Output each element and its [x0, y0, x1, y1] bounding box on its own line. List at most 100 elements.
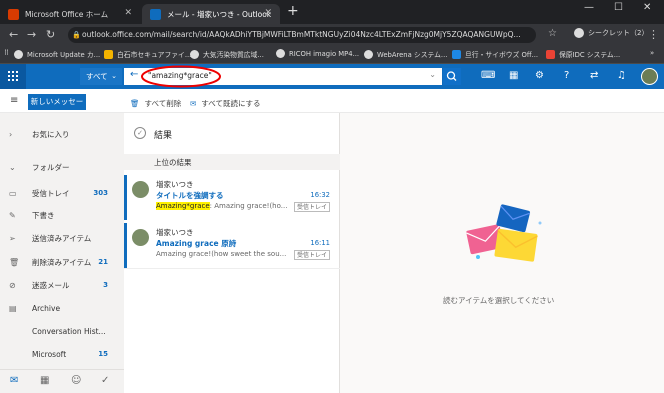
megaphone-icon[interactable]: ⇄	[590, 70, 598, 81]
tab-office-home[interactable]: Microsoft Office ホーム ✕	[0, 4, 140, 24]
browser-tab-bar: Microsoft Office ホーム ✕ メール - 増家いつき - Out…	[0, 0, 664, 24]
mark-all-read-button[interactable]: ✉ すべて既読にする	[190, 98, 261, 109]
folder-badge: 受信トレイ	[293, 202, 330, 212]
bookmark-item[interactable]: 大気汚染物質広域...	[190, 49, 264, 59]
sidebar-item-drafts[interactable]: ✎ 下書き	[0, 204, 124, 226]
globe-icon	[364, 49, 373, 59]
bookmark-item[interactable]: Microsoft Update カ...	[14, 49, 100, 59]
search-input[interactable]: ← "amazing*grace" ⌄	[124, 65, 442, 88]
back-arrow-icon[interactable]: ←	[130, 69, 138, 80]
url-field[interactable]: 🔒 outlook.office.com/mail/search/id/AAQk…	[68, 27, 536, 43]
folder-pane: › お気に入り ⌄ フォルダー ▭ 受信トレイ 303 ✎ 下書き ➢ 送信済み…	[0, 113, 124, 393]
chevron-down-icon: ⌄	[111, 72, 117, 80]
globe-icon	[190, 49, 199, 59]
sidebar-item-archive[interactable]: ▤ Archive	[0, 297, 124, 319]
tab-label: Microsoft Office ホーム	[25, 9, 109, 19]
bookmark-favicon	[452, 49, 461, 59]
send-icon: ➢	[9, 233, 16, 243]
tab-label: メール - 増家いつき - Outlook	[167, 9, 272, 19]
delete-all-button[interactable]: 🗑 すべて削除	[130, 98, 181, 109]
minimize-icon[interactable]: —	[584, 2, 594, 13]
search-button[interactable]	[443, 68, 461, 85]
teams-icon[interactable]: ⌨	[481, 70, 495, 81]
search-scope-dropdown[interactable]: すべて ⌄	[80, 68, 122, 85]
tab-outlook[interactable]: メール - 増家いつき - Outlook ✕	[142, 4, 280, 24]
bookmark-item[interactable]: WebArena システム...	[364, 49, 447, 59]
sender-name: 増家いつき	[156, 228, 194, 237]
subject: Amazing grace 原詩	[156, 239, 237, 248]
bookmark-item[interactable]: 白石市セキュアファイ...	[104, 49, 191, 59]
chevron-down-icon: ⌄	[9, 162, 16, 172]
lock-icon: 🔒	[72, 31, 81, 39]
globe-icon	[276, 49, 285, 58]
todo-icon[interactable]: ✓	[101, 375, 109, 386]
incognito-indicator[interactable]: シークレット（2）	[574, 28, 648, 38]
select-all-checkbox[interactable]: ✓	[134, 127, 146, 139]
folders-toggle[interactable]: ⌄ フォルダー	[0, 156, 124, 178]
sidebar-item-inbox[interactable]: ▭ 受信トレイ 303	[0, 182, 124, 204]
subject: タイトルを強調する	[156, 191, 224, 200]
outlook-icon	[150, 8, 161, 20]
bell-icon[interactable]: ♫	[617, 70, 626, 81]
chevron-right-icon: ›	[9, 129, 13, 139]
new-message-button[interactable]: 新しいメッセージ	[28, 94, 86, 122]
sidebar-item-microsoft[interactable]: Microsoft 15	[0, 343, 124, 365]
empty-state-text: 読むアイテムを選択してください	[443, 296, 555, 305]
address-bar: ← → ↻ 🔒 outlook.office.com/mail/search/i…	[0, 24, 664, 46]
sender-name: 増家いつき	[156, 180, 194, 189]
incognito-icon	[574, 28, 584, 38]
sidebar-item-junk[interactable]: ⊘ 迷惑メール 3	[0, 274, 124, 296]
close-icon[interactable]: ✕	[124, 8, 132, 18]
blocked-icon: ⊘	[9, 280, 16, 290]
outlook-header: すべて ⌄ ← "amazing*grace" ⌄ ⌨ ▦ ⚙ ? ⇄ ♫	[0, 64, 664, 89]
sidebar-item-deleted[interactable]: 🗑 削除済みアイテム 21	[0, 251, 124, 273]
reading-pane: 読むアイテムを選択してください	[340, 113, 664, 393]
forward-icon[interactable]: →	[27, 28, 36, 41]
close-icon[interactable]: ✕	[264, 8, 272, 18]
apps-icon[interactable]: ⠿	[4, 49, 9, 57]
message-list: ✓ 結果 上位の結果 増家いつき タイトルを強調する 16:32 Amazing…	[124, 113, 340, 393]
chevron-down-icon[interactable]: ⌄	[429, 70, 436, 79]
more-bookmarks-icon[interactable]: »	[650, 49, 654, 57]
search-highlight: Amazing*grace	[156, 202, 210, 210]
command-bar: ≡ 新しいメッセージ 🗑 すべて削除 ✉ すべて既読にする	[0, 89, 664, 122]
calendar-icon[interactable]: ▦	[40, 375, 49, 386]
reload-icon[interactable]: ↻	[46, 28, 55, 41]
avatar	[132, 229, 149, 246]
pencil-icon: ✎	[9, 210, 16, 220]
avatar[interactable]	[641, 68, 658, 85]
people-icon[interactable]: ☺	[71, 375, 81, 386]
new-tab-icon[interactable]: +	[287, 3, 299, 19]
menu-icon[interactable]: ⋮	[648, 28, 659, 41]
preview: Amazing*grace: Amazing grace!(ho...	[156, 202, 288, 210]
sidebar-item-conversation-history[interactable]: Conversation Hist...	[0, 320, 124, 342]
module-switcher: ✉ ▦ ☺ ✓	[0, 369, 124, 393]
favorites-toggle[interactable]: › お気に入り	[0, 123, 124, 145]
close-window-icon[interactable]: ✕	[643, 2, 651, 13]
avatar	[132, 181, 149, 198]
gear-icon[interactable]: ⚙	[535, 70, 544, 81]
globe-icon	[14, 49, 23, 59]
help-icon[interactable]: ?	[564, 70, 569, 81]
inbox-icon: ▭	[9, 188, 17, 198]
maximize-icon[interactable]: ☐	[614, 2, 623, 13]
trash-icon: 🗑	[9, 257, 20, 267]
mail-icon[interactable]: ✉	[10, 375, 18, 386]
list-item[interactable]: 増家いつき タイトルを強調する 16:32 Amazing*grace: Ama…	[124, 175, 340, 220]
bookmarks-bar: ⠿ Microsoft Update カ... 白石市セキュアファイ... 大気…	[0, 46, 664, 64]
back-icon[interactable]: ←	[9, 28, 18, 41]
results-title: 結果	[154, 131, 173, 141]
time: 16:11	[310, 239, 330, 247]
top-results-label: 上位の結果	[154, 158, 192, 167]
calendar-icon[interactable]: ▦	[509, 70, 518, 81]
office-icon	[8, 8, 19, 20]
list-item[interactable]: 増家いつき Amazing grace 原詩 16:11 Amazing gra…	[124, 223, 340, 268]
sidebar-item-sent[interactable]: ➢ 送信済みアイテム	[0, 227, 124, 249]
bookmark-item[interactable]: RICOH imagio MP4...	[276, 49, 359, 58]
hamburger-icon[interactable]: ≡	[10, 95, 18, 106]
app-launcher-icon[interactable]	[0, 64, 26, 89]
bookmark-item[interactable]: 保原IDC システム...	[546, 49, 620, 59]
bookmark-item[interactable]: 旦行・サイボウズ Off...	[452, 49, 538, 59]
star-icon[interactable]: ☆	[548, 28, 557, 39]
envelope-open-icon: ✉	[190, 99, 197, 108]
